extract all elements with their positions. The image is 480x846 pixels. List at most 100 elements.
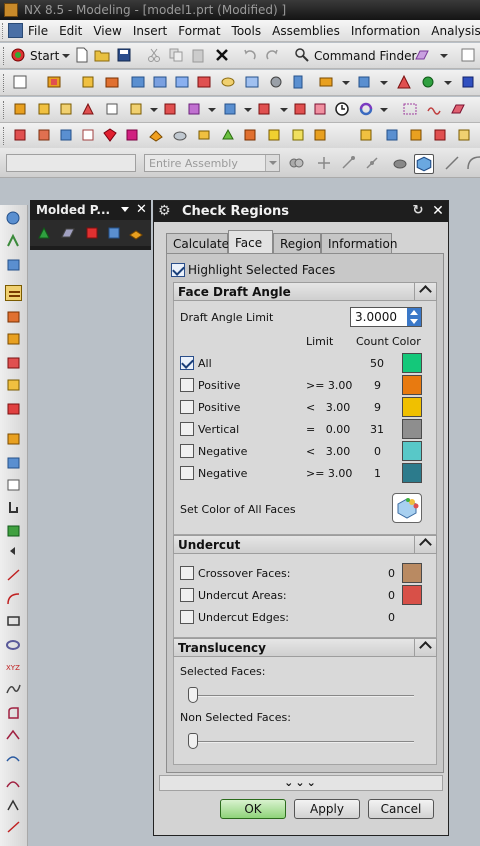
extrude-icon[interactable] — [148, 127, 164, 143]
save-icon[interactable] — [116, 47, 132, 63]
mold-check-icon[interactable] — [312, 101, 328, 117]
all-faces-checkbox[interactable] — [180, 356, 194, 370]
type-filter-combo[interactable] — [6, 154, 136, 172]
dropdown-arrow-icon[interactable] — [338, 74, 354, 90]
mold-csys-icon[interactable] — [80, 74, 96, 90]
trim-mold-icon[interactable] — [36, 101, 52, 117]
part-navigator-tab-icon[interactable] — [5, 257, 22, 273]
negative-ge-checkbox[interactable] — [180, 466, 194, 480]
start-icon[interactable] — [10, 47, 26, 63]
undo-icon[interactable] — [242, 47, 258, 63]
point-xyz-icon[interactable]: XYZ — [5, 659, 22, 675]
wire-edm-icon[interactable] — [408, 127, 424, 143]
rectangle-icon[interactable] — [5, 613, 22, 629]
color-swatch-vertical[interactable] — [402, 419, 422, 439]
color-palette-button[interactable] — [392, 493, 422, 523]
undercut-header[interactable]: Undercut — [173, 535, 437, 554]
close-icon[interactable]: ✕ — [430, 203, 446, 219]
shrinkage-icon[interactable] — [104, 74, 120, 90]
drawing-icon[interactable] — [104, 101, 120, 117]
casting-process-icon[interactable] — [186, 101, 202, 117]
more-options-toggle[interactable]: ⌄⌄⌄ — [159, 775, 443, 791]
collapse-up-icon[interactable] — [414, 282, 436, 301]
bill-of-material-icon[interactable] — [80, 101, 96, 117]
project-curve-icon[interactable] — [5, 727, 22, 743]
ejector-pin-icon[interactable] — [290, 74, 306, 90]
dropdown-arrow-icon[interactable] — [240, 101, 256, 117]
trim-sheet-icon[interactable] — [124, 127, 140, 143]
tab-face[interactable]: Face — [228, 230, 273, 253]
mold-wizard-icon[interactable] — [46, 74, 62, 90]
dropdown-arrow-icon[interactable] — [276, 101, 292, 117]
command-finder-button[interactable]: Command Finder — [314, 49, 416, 63]
color-swatch-negative-lt[interactable] — [402, 441, 422, 461]
paste-icon[interactable] — [190, 47, 206, 63]
undercut-edges-checkbox[interactable] — [180, 610, 194, 624]
sub-insert-icon[interactable] — [356, 74, 372, 90]
filter-icon[interactable] — [288, 155, 304, 171]
dropdown-arrow-icon[interactable] — [376, 74, 392, 90]
add-component-icon[interactable] — [58, 127, 74, 143]
menubar-grip[interactable] — [2, 23, 5, 39]
tab-region[interactable]: Region — [273, 233, 321, 253]
pocket-tool-icon[interactable] — [384, 127, 400, 143]
open-folder-icon[interactable] — [94, 47, 110, 63]
reference-block-icon[interactable] — [358, 127, 374, 143]
workpiece-icon[interactable] — [130, 74, 146, 90]
menu-analysis[interactable]: Analysis — [431, 24, 480, 38]
undercut-areas-checkbox[interactable] — [180, 588, 194, 602]
offset-region-icon[interactable] — [220, 127, 236, 143]
ok-button[interactable]: OK — [220, 799, 286, 819]
snap-end-icon[interactable] — [340, 155, 356, 171]
gear-icon[interactable]: ⚙ — [158, 204, 173, 219]
toolbar-grip[interactable] — [3, 74, 6, 92]
cooling-icon[interactable] — [460, 74, 476, 90]
view-manager-icon[interactable] — [128, 101, 144, 117]
core-icon[interactable] — [456, 127, 472, 143]
menu-file[interactable]: File — [28, 24, 48, 38]
face-draft-angle-header[interactable]: Face Draft Angle — [173, 282, 437, 301]
dropdown-arrow-icon[interactable] — [436, 47, 452, 63]
selection-scope-combo[interactable]: Entire Assembly — [144, 154, 280, 172]
assembly-navigator-tab-icon[interactable] — [5, 210, 22, 226]
history-palette-tab-icon[interactable] — [5, 401, 22, 417]
constraint-navigator-tab-icon[interactable] — [5, 233, 22, 249]
region-analysis-icon[interactable] — [84, 225, 100, 241]
draft-angle-limit-spinner[interactable]: 3.0000 — [350, 307, 422, 327]
line-icon[interactable] — [5, 567, 22, 583]
web-browser-tab-icon[interactable] — [5, 377, 22, 393]
roles-tab-icon[interactable] — [5, 499, 22, 515]
vertical-checkbox[interactable] — [180, 422, 194, 436]
dropdown-arrow-icon[interactable] — [58, 47, 74, 63]
surface-patch-icon[interactable] — [450, 101, 466, 117]
resource-bar-collapse-icon[interactable] — [5, 543, 22, 559]
cut-icon[interactable] — [146, 47, 162, 63]
collapse-up-icon[interactable] — [414, 535, 436, 554]
edit-block-icon[interactable] — [266, 127, 282, 143]
layout-icon[interactable] — [152, 74, 168, 90]
system-materials-tab-icon[interactable] — [5, 431, 22, 447]
history-tab-icon[interactable] — [5, 309, 22, 325]
dropdown-arrow-icon[interactable] — [146, 101, 162, 117]
dropdown-arrow-icon[interactable] — [376, 101, 392, 117]
toolbar-grip[interactable] — [3, 101, 6, 119]
sheet-body-icon[interactable] — [172, 127, 188, 143]
toolbar-options-icon[interactable] — [460, 47, 476, 63]
snap-mid-icon[interactable] — [364, 155, 380, 171]
shaded-view-icon[interactable] — [392, 155, 408, 171]
start-button[interactable]: Start — [30, 49, 59, 63]
delete-icon[interactable] — [214, 47, 230, 63]
wave-edit-icon[interactable] — [426, 101, 442, 117]
slider-thumb[interactable] — [188, 733, 198, 749]
menu-insert[interactable]: Insert — [133, 24, 167, 38]
refresh-icon[interactable] — [358, 101, 374, 117]
intersection-curve-icon[interactable] — [5, 751, 22, 767]
solid-block-icon[interactable] — [102, 127, 118, 143]
select-area-icon[interactable] — [402, 101, 418, 117]
positive-ge-checkbox[interactable] — [180, 378, 194, 392]
composite-curve-icon[interactable] — [5, 775, 22, 791]
menu-assemblies[interactable]: Assemblies — [272, 24, 340, 38]
unite-icon[interactable] — [312, 127, 328, 143]
manufacturing-wizards-tab-icon[interactable] — [5, 477, 22, 493]
cavity-icon[interactable] — [432, 127, 448, 143]
